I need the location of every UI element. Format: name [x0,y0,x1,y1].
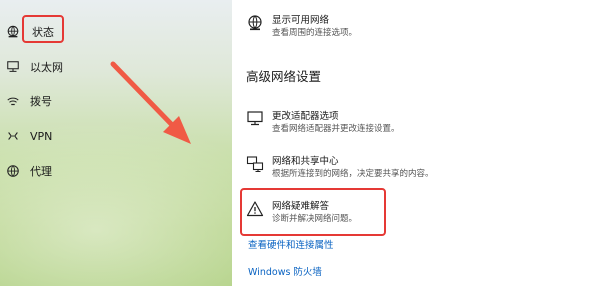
status-highlight-box [22,15,64,43]
adapter-options-row[interactable]: 更改适配器选项 查看网络适配器并更改连接设置。 [246,110,400,136]
section-title: 高级网络设置 [246,69,322,84]
windows-firewall-link[interactable]: Windows 防火墙 [248,264,322,278]
sidebar-item-label: 拨号 [30,95,52,108]
sidebar: 状态 以太网 拨号 VPN 代理 [0,0,232,286]
globe-status-icon [6,25,20,39]
sidebar-item-proxy[interactable]: 代理 [0,159,52,183]
troubleshoot-row[interactable]: 网络疑难解答 诊断并解决网络问题。 [246,200,357,226]
annotation-arrow-icon [110,61,191,144]
dialup-icon [6,94,20,108]
adapter-options-desc: 查看网络适配器并更改连接设置。 [272,124,400,134]
globe-network-icon [246,14,264,32]
sidebar-item-label: 代理 [30,165,52,178]
sidebar-item-label: 以太网 [30,61,63,74]
sidebar-item-label: VPN [30,129,53,143]
warning-triangle-icon [246,200,264,218]
available-networks-desc: 查看周围的连接选项。 [272,28,358,38]
vpn-icon [6,129,20,143]
available-networks-row[interactable]: 显示可用网络 查看周围的连接选项。 [246,14,357,40]
troubleshoot-title: 网络疑难解答 [272,201,330,212]
monitor-adapter-icon [246,110,264,128]
sidebar-item-dialup[interactable]: 拨号 [0,89,52,113]
proxy-globe-icon [6,164,20,178]
sidebar-item-ethernet[interactable]: 以太网 [0,55,63,79]
hardware-properties-link[interactable]: 查看硬件和连接属性 [248,237,334,251]
network-sharing-icon [246,155,264,173]
sidebar-item-vpn[interactable]: VPN [0,124,52,148]
sharing-center-title: 网络和共享中心 [272,156,339,167]
ethernet-icon [6,60,20,74]
troubleshoot-desc: 诊断并解决网络问题。 [272,214,358,224]
sharing-center-desc: 根据所连接到的网络，决定要共享的内容。 [272,169,434,179]
available-networks-title: 显示可用网络 [272,15,330,26]
main-panel: 显示可用网络 查看周围的连接选项。 高级网络设置 更改适配器选项 查看网络适配器… [232,0,600,286]
adapter-options-title: 更改适配器选项 [272,111,339,122]
sharing-center-row[interactable]: 网络和共享中心 根据所连接到的网络，决定要共享的内容。 [246,155,434,181]
